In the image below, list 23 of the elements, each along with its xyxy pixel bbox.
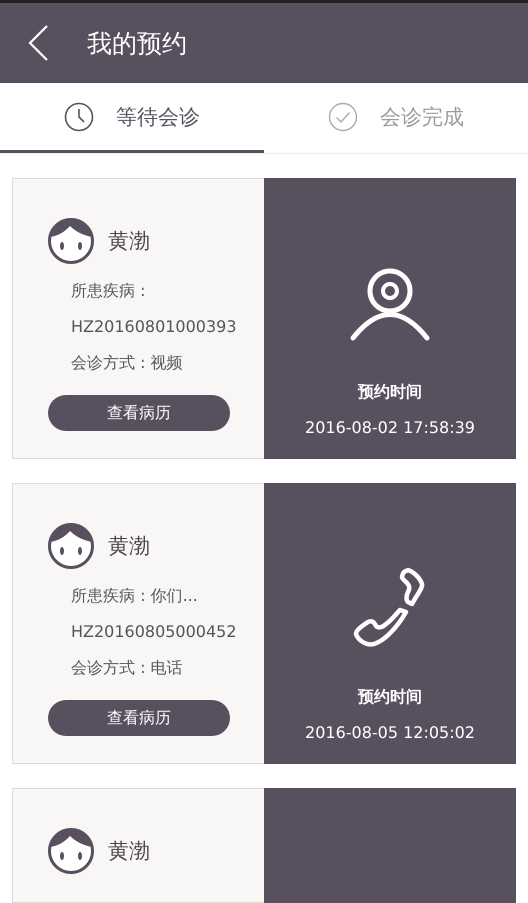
record-number: HZ20160801000393: [71, 316, 238, 337]
avatar-icon: [48, 828, 94, 874]
avatar-icon: [48, 218, 94, 264]
appointment-time: 2016-08-05 12:05:02: [305, 723, 475, 742]
back-icon[interactable]: [27, 25, 49, 61]
patient-name: 黄渤: [108, 838, 150, 865]
check-circle-icon: [328, 102, 358, 132]
disease-label: 所患疾病 :: [71, 280, 146, 301]
tab[interactable]: 等待会诊: [0, 83, 264, 153]
view-record-button[interactable]: 查看病历: [48, 700, 230, 736]
record-number: HZ20160805000452: [71, 621, 238, 642]
appointment-time-label: 预约时间: [358, 382, 422, 403]
disease-label: 所患疾病 : 你们...: [71, 585, 199, 606]
appointment-time-label: 预约时间: [358, 687, 422, 708]
consult-method: 会诊方式 : 视频: [71, 352, 184, 373]
view-record-button[interactable]: 查看病历: [48, 395, 230, 431]
avatar-icon: [48, 523, 94, 569]
consult-method: 会诊方式 : 电话: [71, 657, 184, 678]
appointment-time: 2016-08-02 17:58:39: [305, 418, 475, 437]
patient-name: 黄渤: [108, 533, 150, 560]
clock-icon: [64, 102, 94, 132]
page-title: 我的预约: [87, 28, 187, 60]
patient-name: 黄渤: [108, 228, 150, 255]
